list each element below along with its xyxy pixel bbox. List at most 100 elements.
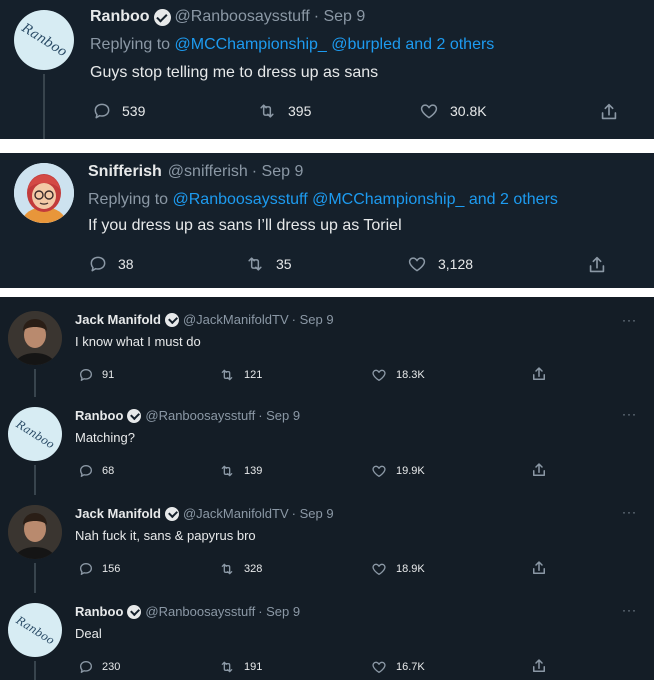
retweet-button[interactable]: 328	[218, 561, 262, 577]
replying-to-handles[interactable]: @Ranboosaysstuff @MCChampionship_	[173, 191, 465, 208]
tweet-date[interactable]: · Sep 9	[292, 312, 334, 327]
share-icon	[533, 659, 545, 672]
replying-to-others[interactable]: 2 others	[436, 36, 494, 53]
like-button[interactable]: 18.9K	[370, 561, 425, 577]
retweet-button[interactable]: 139	[218, 463, 262, 479]
share-button[interactable]	[530, 461, 548, 479]
tweet-date[interactable]: · Sep 9	[292, 506, 334, 521]
like-button[interactable]: 18.3K	[370, 367, 425, 383]
user-handle[interactable]: @Ranboosaysstuff	[145, 408, 255, 423]
display-name[interactable]: Ranboo	[90, 8, 150, 26]
like-button[interactable]: 19.9K	[370, 463, 425, 479]
reply-icon	[80, 465, 92, 477]
display-name[interactable]: Snifferish	[88, 163, 162, 181]
share-button[interactable]	[530, 365, 548, 383]
retweet-count: 191	[244, 661, 263, 673]
retweet-count: 139	[244, 465, 263, 477]
avatar[interactable]	[14, 163, 74, 223]
avatar[interactable]	[8, 311, 62, 365]
avatar[interactable]: Ranboo	[14, 10, 74, 70]
more-options-icon[interactable]: ···	[622, 603, 637, 617]
reply-button[interactable]: 230	[78, 659, 120, 675]
replying-to-label: Replying to	[90, 36, 171, 53]
avatar-logo-text: Ranboo	[18, 20, 70, 60]
replying-to: Replying to @Ranboosaysstuff @MCChampion…	[88, 191, 558, 209]
verified-badge-icon	[164, 506, 179, 521]
tweet-date[interactable]: · Sep 9	[258, 408, 300, 423]
display-name[interactable]: Jack Manifold	[75, 506, 161, 521]
reply-icon	[80, 661, 92, 673]
share-button[interactable]	[530, 559, 548, 577]
retweet-button[interactable]: 121	[218, 367, 262, 383]
share-button[interactable]	[598, 101, 620, 123]
thread-line	[34, 465, 36, 495]
share-icon	[533, 561, 545, 574]
retweet-button[interactable]: 191	[218, 659, 262, 675]
avatar[interactable]: Ranboo	[8, 407, 62, 461]
reply-button[interactable]: 156	[78, 561, 120, 577]
user-handle[interactable]: @Ranboosaysstuff	[145, 604, 255, 619]
tweet-text: Guys stop telling me to dress up as sans	[90, 64, 379, 81]
verified-badge-icon	[127, 408, 142, 423]
retweet-button[interactable]: 35	[244, 254, 292, 274]
tweet-date[interactable]: · Sep 9	[258, 604, 300, 619]
retweet-icon	[221, 369, 233, 381]
retweet-count: 35	[276, 256, 292, 272]
tweet-card-ranboo-original[interactable]: Ranboo Ranboo @Ranboosaysstuff · Sep 9 R…	[0, 0, 654, 139]
reply-button[interactable]: 38	[88, 254, 134, 274]
thread-line	[34, 369, 36, 397]
retweet-count: 395	[288, 103, 312, 119]
retweet-icon	[221, 563, 233, 575]
avatar-logo-text: Ranboo	[13, 417, 57, 451]
thread-line	[34, 661, 36, 680]
retweet-icon	[221, 465, 233, 477]
more-options-icon[interactable]: ···	[622, 313, 637, 327]
user-handle[interactable]: @JackManifoldTV	[183, 312, 289, 327]
replying-to-and: and	[468, 191, 496, 208]
tweet-date[interactable]: · Sep 9	[252, 163, 304, 181]
more-options-icon[interactable]: ···	[622, 407, 637, 421]
thread-tweet[interactable]: Jack Manifold @JackManifoldTV · Sep 9 ··…	[0, 493, 654, 593]
user-handle[interactable]: @Ranboosaysstuff	[175, 8, 310, 26]
share-button[interactable]	[586, 254, 608, 276]
tweet-header: Snifferish @snifferish · Sep 9	[88, 163, 303, 181]
like-button[interactable]: 30.8K	[418, 101, 487, 121]
reply-thread: Jack Manifold @JackManifoldTV · Sep 9 ··…	[0, 297, 654, 680]
reply-count: 68	[102, 465, 115, 477]
replying-to-handles[interactable]: @MCChampionship_ @burpled	[175, 36, 401, 53]
tweet-card-snifferish[interactable]: Snifferish @snifferish · Sep 9 Replying …	[0, 153, 654, 288]
display-name[interactable]: Ranboo	[75, 604, 123, 619]
thread-tweet[interactable]: Ranboo Ranboo @Ranboosaysstuff · Sep 9 ·…	[0, 591, 654, 680]
reply-button[interactable]: 68	[78, 463, 114, 479]
reply-button[interactable]: 539	[92, 101, 145, 121]
like-button[interactable]: 3,128	[406, 254, 473, 274]
display-name[interactable]: Ranboo	[75, 408, 123, 423]
avatar-logo-text: Ranboo	[13, 613, 57, 647]
display-name[interactable]: Jack Manifold	[75, 312, 161, 327]
thread-tweet[interactable]: Ranboo Ranboo @Ranboosaysstuff · Sep 9 ·…	[0, 395, 654, 495]
retweet-button[interactable]: 395	[256, 101, 311, 121]
avatar[interactable]: Ranboo	[8, 603, 62, 657]
thread-tweet[interactable]: Jack Manifold @JackManifoldTV · Sep 9 ··…	[0, 297, 654, 397]
reply-count: 230	[102, 661, 121, 673]
tweet-date[interactable]: · Sep 9	[314, 8, 366, 26]
thread-line	[34, 563, 36, 593]
more-options-icon[interactable]: ···	[622, 505, 637, 519]
retweet-count: 328	[244, 563, 263, 575]
avatar[interactable]	[8, 505, 62, 559]
reply-button[interactable]: 91	[78, 367, 114, 383]
avatar-illustration	[14, 163, 74, 223]
user-handle[interactable]: @snifferish	[168, 163, 248, 181]
reply-icon	[94, 103, 110, 119]
user-handle[interactable]: @JackManifoldTV	[183, 506, 289, 521]
replying-to-others[interactable]: 2 others	[500, 191, 558, 208]
share-button[interactable]	[530, 657, 548, 675]
tweet-text: Deal	[75, 626, 102, 641]
retweet-icon	[248, 257, 262, 271]
retweet-icon	[260, 104, 274, 118]
tweet-header: Ranboo @Ranboosaysstuff · Sep 9	[75, 408, 300, 423]
like-button[interactable]: 16.7K	[370, 659, 425, 675]
like-count: 18.3K	[396, 369, 425, 381]
verified-badge-icon	[127, 604, 142, 619]
verified-badge-icon	[153, 8, 171, 26]
